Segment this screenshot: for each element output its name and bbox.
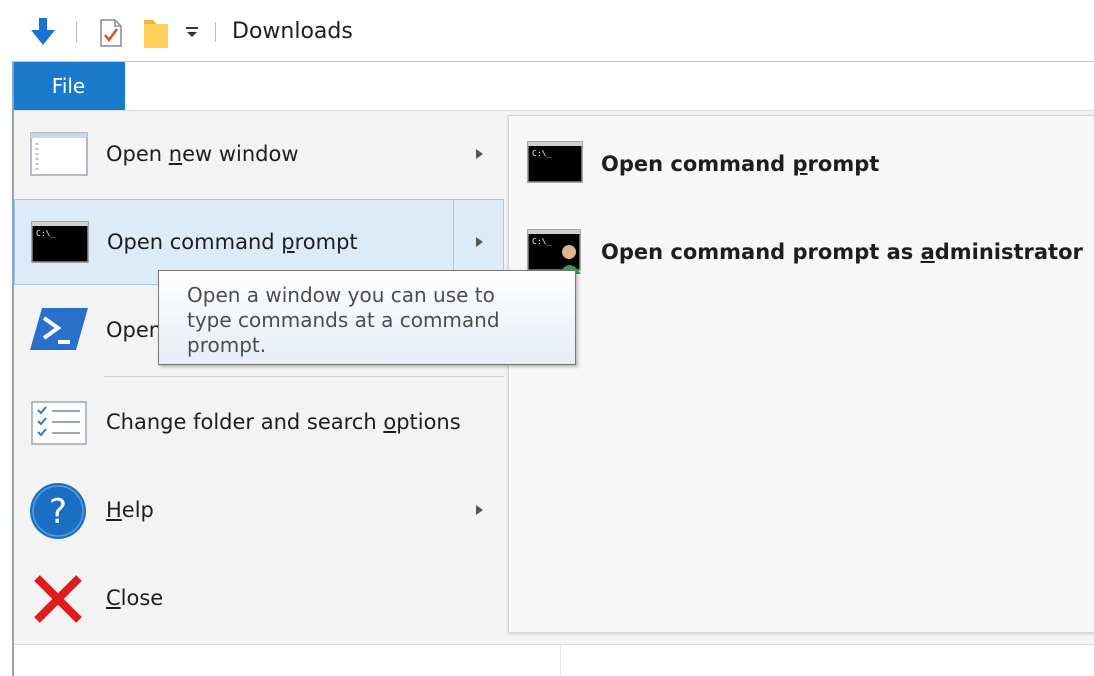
content-divider [14, 644, 1094, 645]
menu-item-label: Help [106, 498, 154, 522]
new-folder-icon[interactable] [140, 16, 172, 50]
command-prompt-icon: C:\_ [31, 221, 89, 263]
title-bar: Downloads [0, 0, 1094, 62]
menu-item-folder-options[interactable]: Change folder and search options [14, 379, 504, 465]
properties-icon[interactable] [97, 18, 125, 48]
menu-item-label: Change folder and search options [106, 410, 461, 434]
submenu-item-open-command-prompt-admin[interactable]: C:\_ Open command prompt as administrato… [509, 204, 1094, 276]
file-menu-list: Open new window C:\_ Open command prompt… [14, 111, 506, 644]
tooltip: Open a window you can use to type comman… [158, 270, 576, 365]
svg-text:C:\_: C:\_ [532, 237, 551, 246]
chevron-right-icon[interactable] [474, 235, 484, 249]
file-tab[interactable]: File [12, 62, 125, 110]
file-menu: Open new window C:\_ Open command prompt… [14, 111, 1094, 644]
menu-divider [104, 376, 504, 377]
submenu-item-open-command-prompt[interactable]: C:\_ Open command prompt [509, 116, 1094, 188]
menu-item-label: Open [106, 318, 163, 342]
window-title: Downloads [232, 19, 353, 44]
menu-item-label: Open new window [106, 142, 299, 166]
chevron-right-icon [476, 149, 483, 159]
menu-item-close[interactable]: Close [14, 555, 504, 641]
menu-item-label: Close [106, 586, 164, 610]
submenu-item-label: Open command prompt [601, 152, 880, 176]
svg-text:C:\_: C:\_ [532, 149, 551, 158]
menu-item-help[interactable]: ? Help [14, 467, 504, 553]
menu-item-label: Open command prompt [107, 230, 358, 254]
customize-dropdown-icon[interactable] [184, 25, 200, 39]
chevron-right-icon [476, 505, 483, 515]
pane-divider [560, 645, 561, 676]
menu-item-open-new-window[interactable]: Open new window [14, 111, 504, 197]
command-prompt-submenu: C:\_ Open command prompt C:\_ Open comma… [508, 115, 1094, 633]
tooltip-line: prompt. [187, 333, 267, 357]
down-arrow-icon[interactable] [28, 16, 58, 48]
help-icon: ? [30, 483, 86, 539]
svg-text:?: ? [49, 492, 67, 532]
command-prompt-icon: C:\_ [527, 141, 583, 183]
tooltip-line: Open a window you can use to [187, 283, 495, 307]
toolbar-separator [215, 22, 216, 42]
toolbar-separator [76, 22, 77, 42]
tooltip-line: type commands at a command [187, 308, 500, 332]
close-icon [34, 575, 82, 623]
folder-options-icon [31, 401, 87, 445]
ribbon-tab-strip: File [12, 62, 1094, 111]
svg-text:C:\_: C:\_ [36, 229, 55, 238]
powershell-icon [30, 308, 88, 350]
new-window-icon [30, 132, 88, 176]
submenu-item-label: Open command prompt as administrator [601, 240, 1083, 264]
